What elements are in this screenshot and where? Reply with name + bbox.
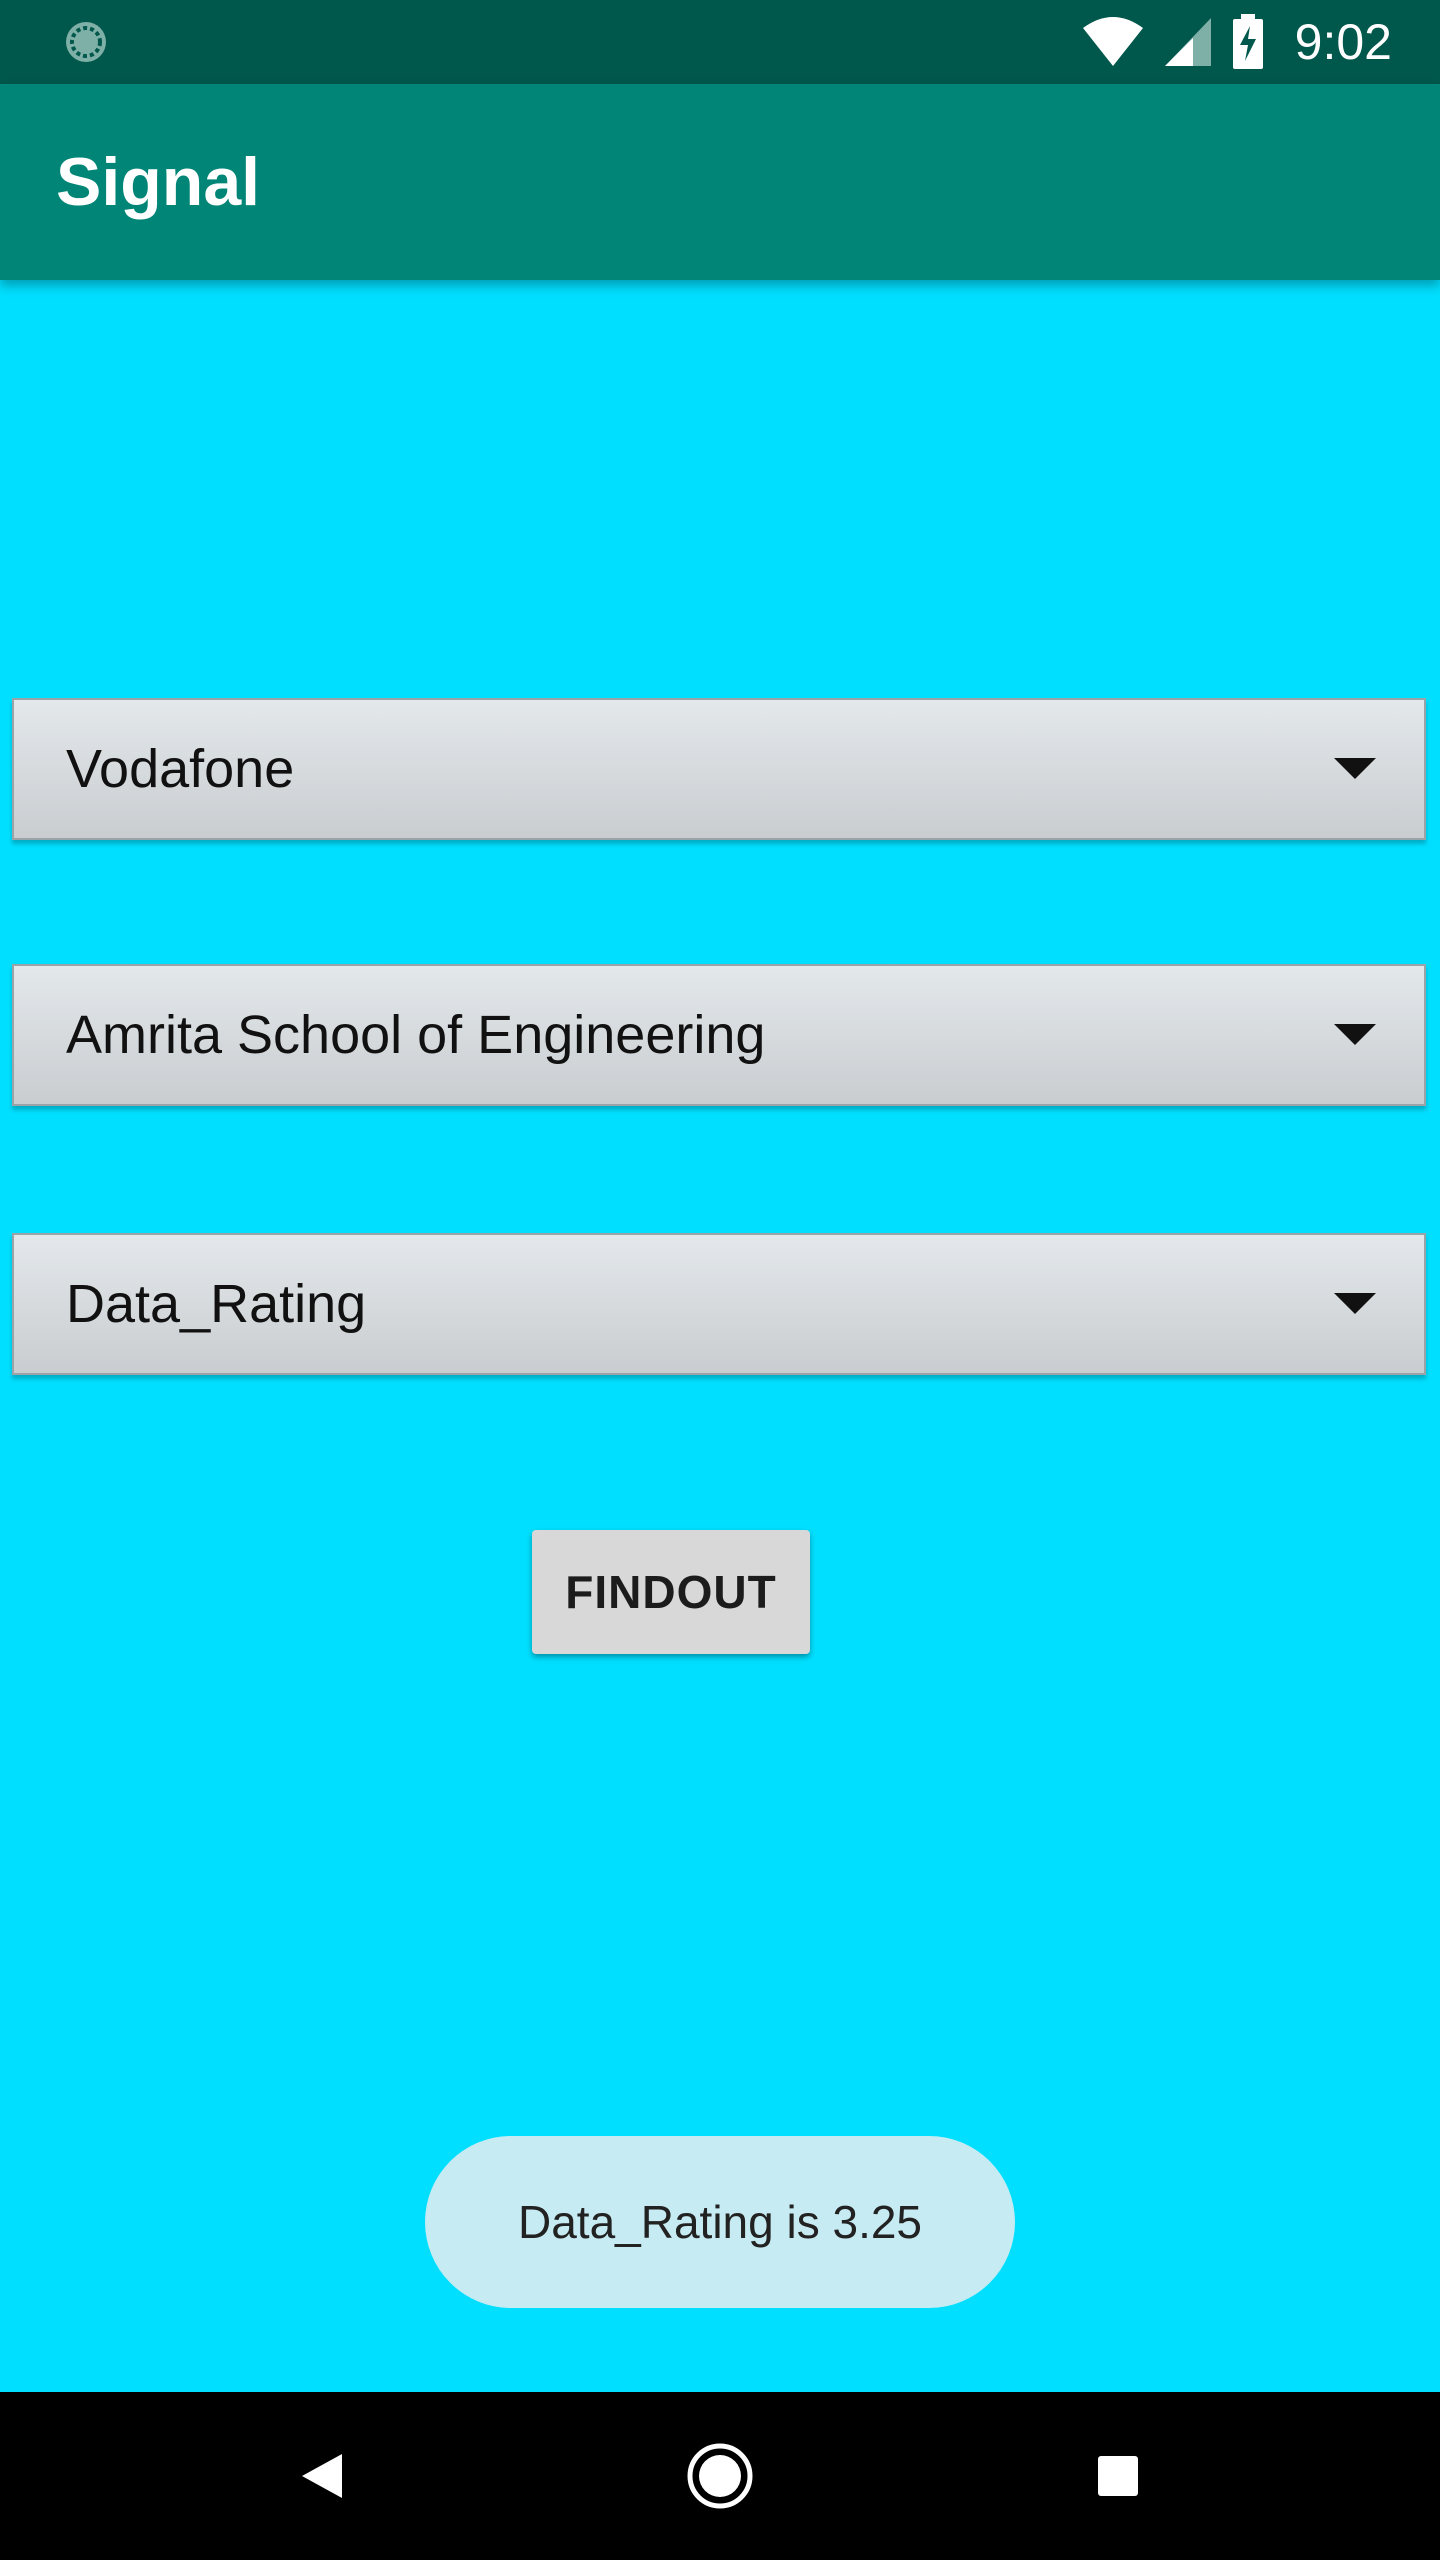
dropdown-arrow-icon [1334,1293,1376,1314]
wifi-icon [1082,17,1143,66]
home-icon[interactable] [680,2436,760,2516]
toast-message: Data_Rating is 3.25 [517,2196,923,2248]
battery-charging-icon [1232,14,1263,69]
recents-icon[interactable] [1078,2436,1158,2516]
dropdown-arrow-icon [1334,1024,1376,1045]
app-bar: Signal [0,84,1440,280]
status-bar: 9:02 [0,0,1440,84]
location-spinner[interactable]: Amrita School of Engineering [12,964,1426,1106]
sync-icon [66,22,106,62]
cellular-signal-icon [1164,18,1211,66]
back-icon[interactable] [282,2436,362,2516]
status-icons: 9:02 [1081,0,1392,84]
toast: Data_Rating is 3.25 [425,2136,1015,2308]
location-spinner-value: Amrita School of Engineering [66,1005,766,1065]
operator-spinner[interactable]: Vodafone [12,698,1426,840]
rating-type-spinner-value: Data_Rating [66,1274,367,1334]
findout-button[interactable]: FINDOUT [532,1530,810,1654]
operator-spinner-value: Vodafone [66,739,295,799]
dropdown-arrow-icon [1334,758,1376,779]
navigation-bar [0,2392,1440,2560]
app-title: Signal [56,144,261,220]
rating-type-spinner[interactable]: Data_Rating [12,1233,1426,1375]
status-time: 9:02 [1294,14,1392,70]
